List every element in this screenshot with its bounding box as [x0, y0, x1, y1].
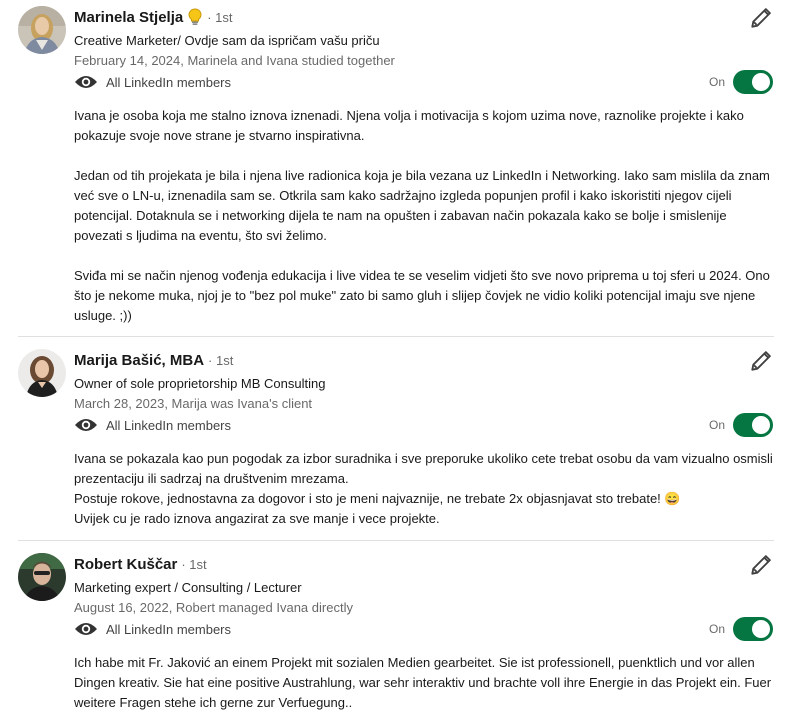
toggle-knob [752, 73, 770, 91]
recommendation-date-relationship: August 16, 2022, Robert managed Ivana di… [74, 600, 353, 615]
visibility-toggle-wrap: On [709, 617, 773, 641]
visibility-toggle[interactable] [733, 617, 773, 641]
recommendation-text: Ivana se pokazala kao pun pogodak za izb… [74, 449, 774, 529]
recommender-headline: Creative Marketer/ Ovdje sam da ispričam… [74, 33, 380, 48]
avatar[interactable] [18, 6, 66, 54]
eye-icon [75, 623, 97, 635]
visibility-setting: All LinkedIn members [74, 415, 231, 435]
toggle-state-label: On [708, 75, 725, 89]
lightbulb-icon [187, 8, 203, 26]
edit-button[interactable] [749, 349, 773, 373]
recommendation-text: Ivana je osoba koja me stalno iznova izn… [74, 106, 774, 326]
recommendation-paragraph: Sviđa mi se način njenog vođenja edukaci… [74, 268, 770, 323]
avatar[interactable] [18, 349, 66, 397]
recommendation-date-relationship: February 14, 2024, Marinela and Ivana st… [74, 53, 395, 68]
recommender-headline: Owner of sole proprietorship MB Consulti… [74, 376, 326, 391]
divider [18, 540, 774, 541]
connection-degree: · 1st [207, 9, 233, 25]
eye-icon [75, 76, 97, 88]
pencil-icon [751, 351, 771, 371]
edit-button[interactable] [749, 553, 773, 577]
pencil-icon [751, 8, 771, 28]
recommender-headline: Marketing expert / Consulting / Lecturer [74, 580, 302, 595]
visibility-toggle-wrap: On [709, 413, 773, 437]
connection-degree: · 1st [181, 556, 207, 572]
recommender-name[interactable]: Robert Kuščar [74, 556, 177, 573]
recommendation-paragraph: Jedan od tih projekata je bila i njena l… [74, 168, 770, 243]
recommendation-line: Ivana se pokazala kao pun pogodak za izb… [74, 451, 773, 486]
name-line: Robert Kuščar · 1st [74, 553, 207, 575]
toggle-knob [752, 620, 770, 638]
eye-icon [75, 419, 97, 431]
recommender-name[interactable]: Marinela Stjelja [74, 9, 183, 26]
edit-button[interactable] [749, 6, 773, 30]
connection-degree: · 1st [208, 352, 234, 368]
name-line: Marija Bašić, MBA · 1st [74, 349, 233, 371]
recommendation-date-relationship: March 28, 2023, Marija was Ivana's clien… [74, 396, 313, 411]
toggle-state-label: On [708, 622, 725, 636]
toggle-state-label: On [708, 418, 725, 432]
pencil-icon [751, 555, 771, 575]
toggle-knob [752, 416, 770, 434]
name-line: Marinela Stjelja · 1st [74, 6, 233, 28]
visibility-toggle[interactable] [733, 413, 773, 437]
avatar-photo-marinela [18, 6, 66, 54]
visibility-label: All LinkedIn members [106, 417, 231, 433]
visibility-setting: All LinkedIn members [74, 619, 231, 639]
avatar-photo-marija [18, 349, 66, 397]
visibility-label: All LinkedIn members [106, 621, 231, 637]
divider [18, 336, 774, 337]
recommender-name[interactable]: Marija Bašić, MBA [74, 352, 204, 369]
avatar[interactable] [18, 553, 66, 601]
recommendation-text: Ich habe mit Fr. Jaković an einem Projek… [74, 653, 774, 713]
visibility-label: All LinkedIn members [106, 74, 231, 90]
recommendation-paragraph: Ivana je osoba koja me stalno iznova izn… [74, 108, 744, 143]
recommendation-line: Uvijek cu je rado iznova angazirat za sv… [74, 511, 440, 526]
recommendation-line: Postuje rokove, jednostavna za dogovor i… [74, 491, 681, 506]
recommendation-paragraph: Ich habe mit Fr. Jaković an einem Projek… [74, 655, 772, 710]
avatar-photo-robert [18, 553, 66, 601]
visibility-setting: All LinkedIn members [74, 72, 231, 92]
visibility-toggle-wrap: On [709, 70, 773, 94]
visibility-toggle[interactable] [733, 70, 773, 94]
